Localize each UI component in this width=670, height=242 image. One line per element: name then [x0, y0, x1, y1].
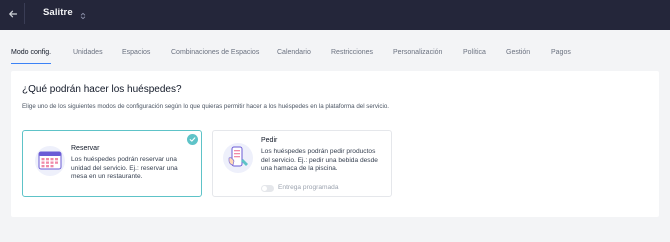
tab-calendario[interactable]: Calendario: [277, 49, 311, 64]
chevron-updown-icon[interactable]: [79, 8, 87, 20]
service-title[interactable]: Salitre: [43, 7, 73, 18]
scheduled-delivery-row: Entrega programada: [261, 184, 371, 193]
tab-personalizacion[interactable]: Personalización: [393, 49, 442, 64]
calendar-grid-icon: [35, 146, 65, 176]
config-tabs: Modo config. Unidades Espacios Combinaci…: [0, 46, 670, 68]
option-description: Los huéspedes podrán reservar una unidad…: [71, 156, 178, 182]
scheduled-delivery-toggle[interactable]: [261, 185, 274, 192]
phone-order-icon: [223, 143, 253, 173]
tab-pagos[interactable]: Pagos: [551, 49, 571, 64]
option-title: Pedir: [261, 137, 278, 144]
option-desc-line: Los huéspedes podrán pedir productos: [261, 148, 376, 155]
tab-modo-config[interactable]: Modo config.: [11, 49, 52, 64]
option-desc-line: una hamaca de la piscina.: [261, 165, 338, 173]
option-description: Los huéspedes podrán pedir productos del…: [261, 148, 378, 174]
option-desc-line: del servicio. Ej.: pedir una bebida desd…: [261, 156, 378, 164]
arrow-left-icon: [9, 10, 18, 18]
tab-combinaciones[interactable]: Combinaciones de Espacios: [171, 49, 259, 64]
tab-gestion[interactable]: Gestión: [506, 49, 530, 64]
page-heading: ¿Qué podrán hacer los huéspedes?: [22, 84, 182, 95]
toggle-knob: [262, 186, 267, 191]
tab-restricciones[interactable]: Restricciones: [331, 49, 373, 64]
tab-politica[interactable]: Política: [463, 49, 486, 64]
scheduled-delivery-label: Entrega programada: [278, 184, 339, 191]
option-title: Reservar: [71, 145, 100, 152]
top-bar: Salitre: [0, 0, 670, 30]
option-reservar[interactable]: Reservar Los huéspedes podrán reservar u…: [22, 130, 202, 197]
check-icon: [187, 134, 198, 145]
tab-espacios[interactable]: Espacios: [122, 49, 150, 64]
option-desc-line: mesa en un restaurante.: [71, 173, 143, 181]
page-description: Elige uno de los siguientes modos de con…: [22, 103, 389, 110]
option-desc-line: Los huéspedes podrán reservar una: [71, 156, 177, 163]
option-pedir[interactable]: Pedir Los huéspedes podrán pedir product…: [212, 130, 392, 197]
back-button[interactable]: [5, 6, 21, 22]
option-desc-line: unidad del servicio. Ej.: reservar una: [71, 164, 178, 172]
tab-unidades[interactable]: Unidades: [73, 49, 103, 64]
header-divider: [24, 3, 25, 24]
config-mode-card: ¿Qué podrán hacer los huéspedes? Elige u…: [11, 71, 659, 217]
